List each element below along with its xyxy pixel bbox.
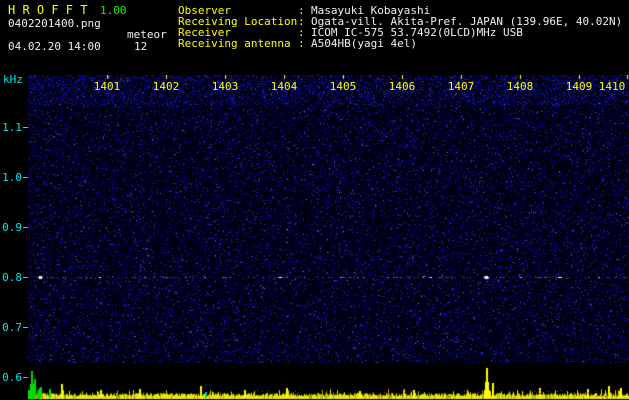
- info-label: Receiving antenna: [178, 37, 291, 50]
- info-separator: :: [298, 37, 305, 50]
- station-info: Observer : Masayuki Kobayashi Receiving …: [178, 5, 622, 49]
- output-filename: 0402201400.png: [8, 17, 101, 30]
- freq-tick-label: 1.1: [2, 121, 22, 134]
- freq-tick-label: 0.7: [2, 321, 22, 334]
- observation-datetime: 04.02.20 14:00: [8, 40, 101, 53]
- freq-tick-label: 0.8: [2, 271, 22, 284]
- info-row-antenna: Receiving antenna : A504HB(yagi 4el): [178, 38, 622, 49]
- hrofft-output-screen: H R O F F T 1.00 0402201400.png meteor 0…: [0, 0, 629, 400]
- freq-tick-label: 0.6: [2, 371, 22, 384]
- app-title: H R O F F T: [8, 3, 88, 17]
- info-value: A504HB(yagi 4el): [311, 37, 417, 50]
- signal-level-strip-canvas: [28, 363, 629, 400]
- spectrogram-canvas: [28, 75, 629, 363]
- freq-tick-label: 1.0: [2, 171, 22, 184]
- freq-axis-unit: kHz: [3, 73, 23, 86]
- app-version: 1.00: [100, 4, 127, 17]
- echo-count: 12: [134, 40, 148, 53]
- freq-tick-label: 0.9: [2, 221, 22, 234]
